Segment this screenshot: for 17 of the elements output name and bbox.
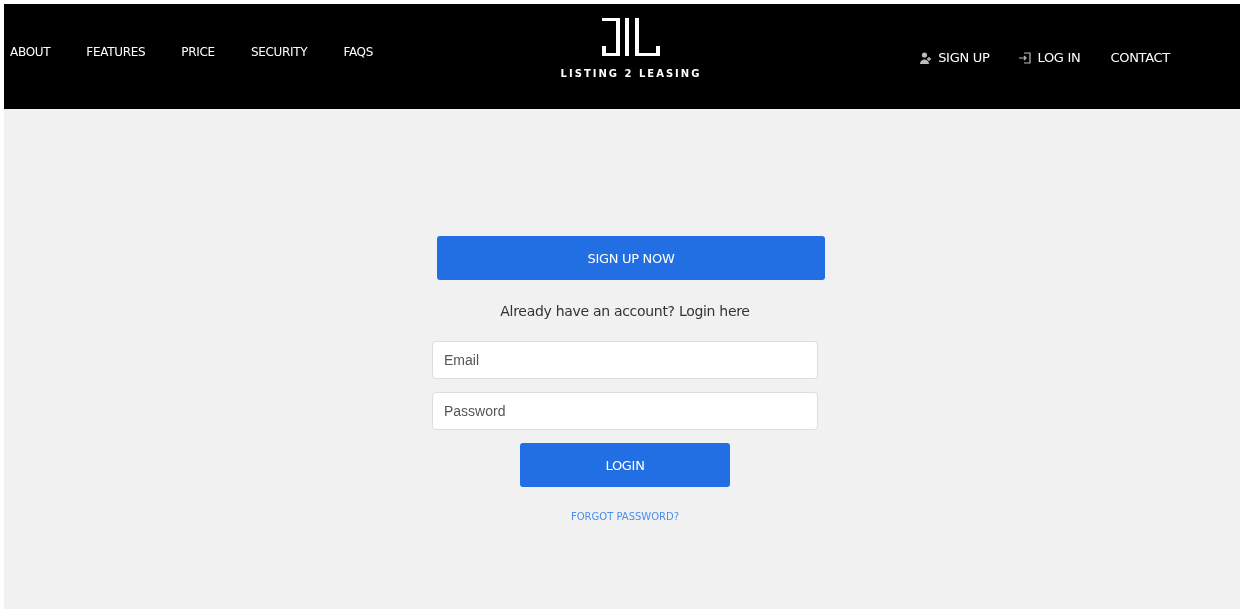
email-field[interactable]: Email	[432, 341, 818, 379]
logo-icon[interactable]	[602, 18, 660, 58]
nav-link[interactable]: FAQS	[343, 45, 374, 59]
sign-up-button[interactable]: SIGN UP NOW	[437, 236, 825, 280]
nav-link[interactable]: ABOUT	[10, 45, 51, 59]
login-icon	[1019, 51, 1032, 64]
login-prompt: Already have an account? Login here	[500, 303, 750, 319]
login-button[interactable]: LOGIN	[520, 443, 730, 487]
nav-link[interactable]: SIGN UP	[920, 50, 990, 65]
nav-link[interactable]: CONTACT	[1110, 50, 1170, 65]
nav-link[interactable]: SECURITY	[250, 45, 308, 59]
password-field[interactable]: Password	[432, 392, 818, 430]
nav-link[interactable]: FEATURES	[86, 45, 146, 59]
user-add-icon	[920, 51, 933, 64]
logo-text: LISTING 2 LEASING	[560, 68, 702, 79]
nav-link[interactable]: PRICE	[181, 45, 215, 59]
nav-link[interactable]: LOG IN	[1019, 50, 1081, 65]
